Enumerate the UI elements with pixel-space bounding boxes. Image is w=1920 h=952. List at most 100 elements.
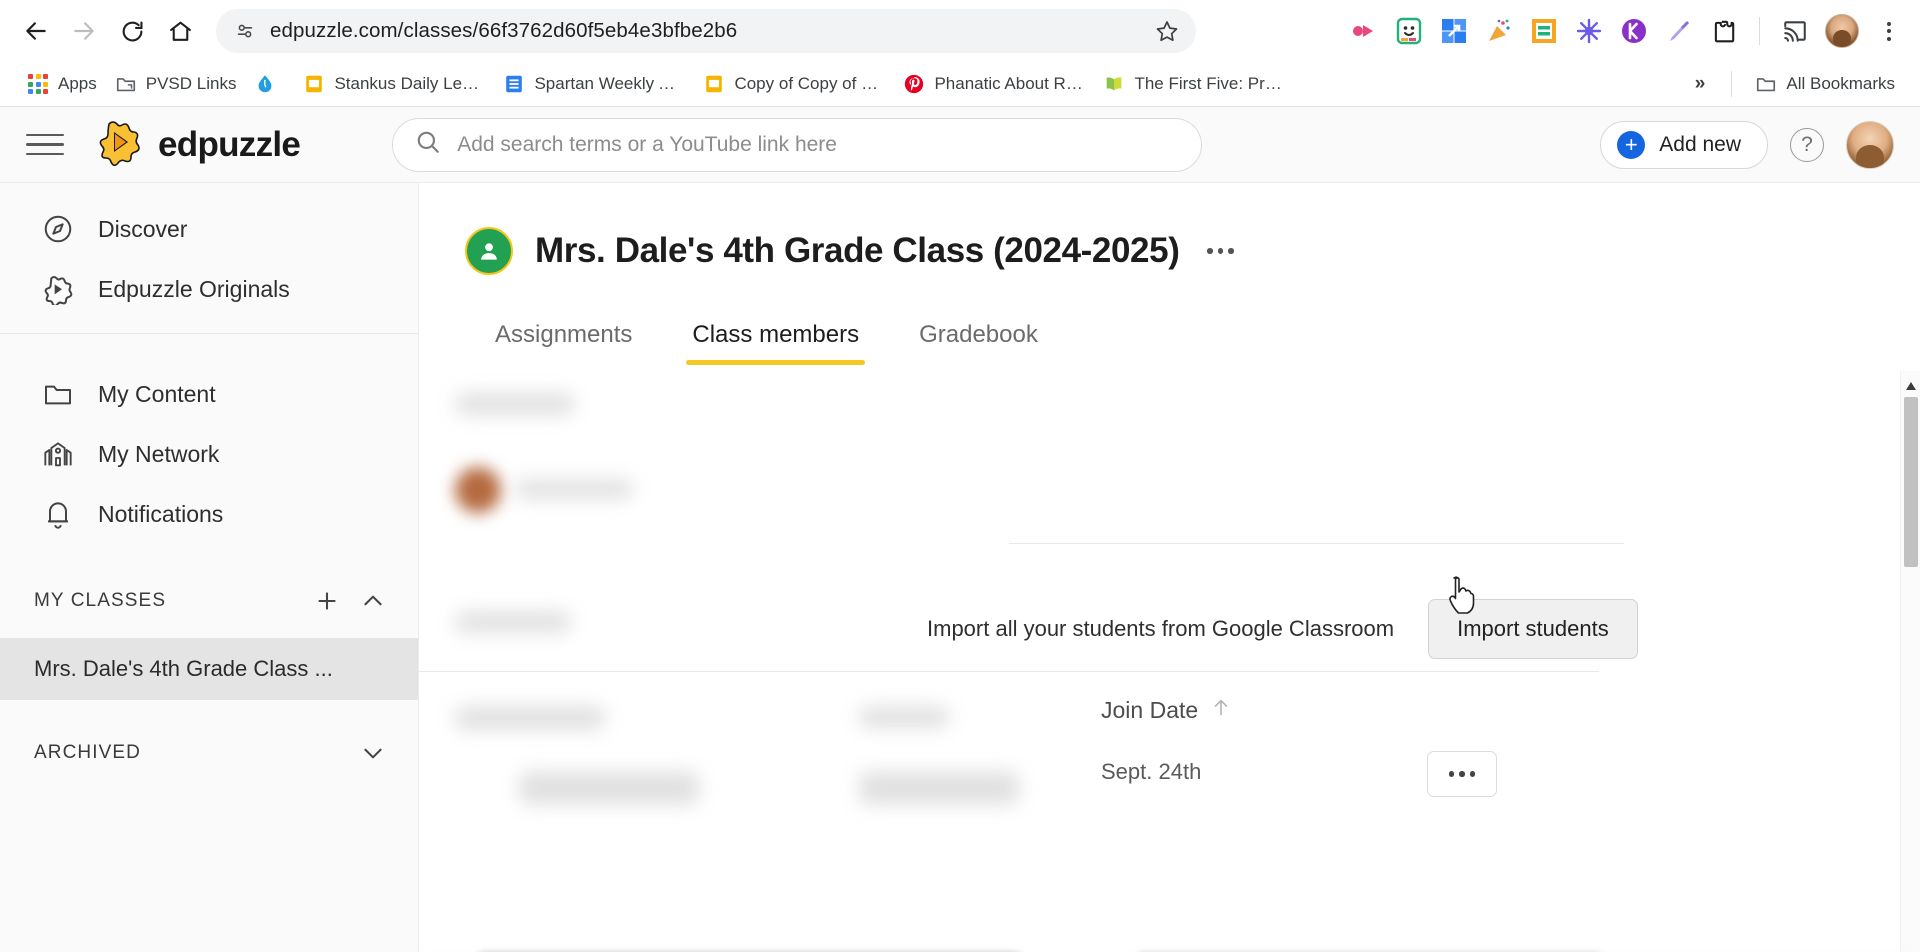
- party-popper-extension-icon[interactable]: [1484, 16, 1514, 46]
- join-date-column-header[interactable]: Join Date: [1101, 696, 1232, 724]
- class-person-icon: [465, 227, 513, 275]
- scroll-up-arrow-icon[interactable]: [1901, 377, 1920, 395]
- school-building-icon: [40, 436, 76, 472]
- class-title-row: Mrs. Dale's 4th Grade Class (2024-2025): [465, 227, 1920, 275]
- add-class-button[interactable]: [310, 584, 344, 618]
- edpuzzle-brand[interactable]: edpuzzle: [95, 116, 301, 173]
- sidebar-item-my-content[interactable]: My Content: [0, 364, 418, 424]
- sort-ascending-arrow-icon: [1210, 696, 1232, 724]
- purple-burst-extension-icon[interactable]: [1574, 16, 1604, 46]
- help-icon[interactable]: ?: [1790, 127, 1824, 162]
- sidebar-secondary-group: My Content My Network Notifications: [0, 334, 418, 558]
- archived-header[interactable]: ARCHIVED: [0, 700, 418, 790]
- blue-arrow-extension-icon[interactable]: [1439, 16, 1469, 46]
- bookmarks-overflow-button[interactable]: »: [1683, 73, 1718, 95]
- puzzle-piece-icon: [40, 271, 76, 307]
- home-button[interactable]: [158, 9, 202, 53]
- pinterest-icon: [903, 73, 925, 95]
- redacted-student-name: [455, 393, 575, 415]
- hamburger-menu-icon[interactable]: [22, 122, 68, 168]
- brand-name: edpuzzle: [158, 124, 301, 164]
- expand-archived-chevron-down-icon[interactable]: [356, 736, 390, 770]
- all-bookmarks-button[interactable]: All Bookmarks: [1746, 68, 1904, 100]
- redacted-student-name: [455, 611, 571, 633]
- kami-extension-icon[interactable]: [1619, 16, 1649, 46]
- redacted-student-value: [859, 706, 949, 728]
- tab-gradebook[interactable]: Gradebook: [889, 311, 1068, 371]
- bookmark-spartan-weekly-assignments[interactable]: Spartan Weekly Assi...: [494, 68, 694, 100]
- class-members-content: Import all your students from Google Cla…: [419, 371, 1920, 952]
- sidebar-item-discover[interactable]: Discover: [0, 199, 418, 259]
- scrollbar-thumb[interactable]: [1904, 397, 1918, 567]
- browser-toolbar: edpuzzle.com/classes/66f3762d60f5eb4e3bf…: [0, 0, 1920, 62]
- bookmark-water-drop[interactable]: [245, 68, 294, 100]
- search-input[interactable]: Add search terms or a YouTube link here: [392, 117, 1203, 172]
- smiley-card-extension-icon[interactable]: [1394, 16, 1424, 46]
- sidebar-item-edpuzzle-originals[interactable]: Edpuzzle Originals: [0, 259, 418, 319]
- browser-chrome: edpuzzle.com/classes/66f3762d60f5eb4e3bf…: [0, 0, 1920, 107]
- sidebar-item-label: Notifications: [98, 500, 224, 527]
- sidebar-item-my-network[interactable]: My Network: [0, 424, 418, 484]
- puzzle-extensions-icon[interactable]: [1709, 16, 1739, 46]
- pen-extension-icon[interactable]: [1664, 16, 1694, 46]
- folder-icon: [40, 376, 76, 412]
- bookmark-copy-of-copy-of-3r[interactable]: Copy of Copy of 3R...: [694, 68, 894, 100]
- forward-button[interactable]: [62, 9, 106, 53]
- tab-class-members[interactable]: Class members: [662, 311, 889, 371]
- reload-button[interactable]: [110, 9, 154, 53]
- star-icon[interactable]: [1152, 16, 1182, 46]
- bookmark-label: Phanatic About Rea...: [934, 74, 1086, 93]
- bookmark-pvsd-links[interactable]: PVSD Links: [106, 68, 246, 100]
- sidebar: Discover Edpuzzle Originals My Content M…: [0, 183, 419, 952]
- bookmark-stankus-daily-lesson[interactable]: Stankus Daily Lesso...: [294, 68, 494, 100]
- sidebar-item-label: My Content: [98, 380, 216, 407]
- section-divider: [419, 671, 1599, 672]
- archived-title: ARCHIVED: [34, 742, 141, 763]
- google-slides-icon: [703, 73, 725, 95]
- row-more-options-icon[interactable]: [1427, 751, 1497, 797]
- user-avatar[interactable]: [1846, 120, 1894, 169]
- cast-icon[interactable]: [1780, 16, 1810, 46]
- bookmark-the-first-five[interactable]: The First Five: Prima...: [1094, 68, 1294, 100]
- redacted-student-avatar: [455, 467, 501, 513]
- bookmark-phanatic-about-reading[interactable]: Phanatic About Rea...: [894, 68, 1094, 100]
- toolbar-divider: [1759, 17, 1760, 45]
- add-new-button[interactable]: + Add new: [1600, 120, 1768, 169]
- bookmark-label: PVSD Links: [145, 74, 237, 93]
- folder-shortcut-icon: [115, 73, 137, 95]
- bookmark-label: Copy of Copy of 3R...: [734, 74, 886, 93]
- tab-bar: Assignments Class members Gradebook: [419, 311, 1920, 371]
- class-header-area: Mrs. Dale's 4th Grade Class (2024-2025) …: [419, 183, 1920, 371]
- google-docs-icon: [503, 73, 525, 95]
- apps-grid-icon: [27, 73, 49, 95]
- redacted-student-row: [519, 771, 699, 805]
- my-classes-header: MY CLASSES: [0, 558, 418, 638]
- bookmark-label: Stankus Daily Lesso...: [334, 74, 485, 93]
- google-slides-icon: [303, 73, 325, 95]
- bookmark-label: The First Five: Prima...: [1134, 74, 1285, 93]
- sidebar-item-label: My Network: [98, 440, 220, 467]
- tab-assignments[interactable]: Assignments: [465, 311, 662, 371]
- sidebar-item-notifications[interactable]: Notifications: [0, 484, 418, 544]
- extensions-strip: [1200, 14, 1906, 48]
- edpuzzle-app: edpuzzle Add search terms or a YouTube l…: [0, 107, 1920, 952]
- bookmark-apps[interactable]: Apps: [18, 68, 106, 100]
- site-settings-icon[interactable]: [232, 18, 258, 44]
- more-options-icon[interactable]: [1201, 240, 1240, 262]
- green-list-extension-icon[interactable]: [1529, 16, 1559, 46]
- play-arrow-extension-icon[interactable]: [1349, 16, 1379, 46]
- vertical-scrollbar[interactable]: [1900, 371, 1920, 952]
- plus-icon: +: [1617, 130, 1646, 159]
- browser-profile-avatar[interactable]: [1825, 14, 1859, 48]
- all-bookmarks-label: All Bookmarks: [1786, 74, 1895, 93]
- browser-menu-icon[interactable]: [1874, 16, 1904, 46]
- sidebar-class-mrs-dales-4th-grade[interactable]: Mrs. Dale's 4th Grade Class ...: [0, 638, 418, 700]
- collapse-classes-chevron-up-icon[interactable]: [356, 584, 390, 618]
- address-bar[interactable]: edpuzzle.com/classes/66f3762d60f5eb4e3bf…: [216, 9, 1196, 53]
- back-button[interactable]: [14, 9, 58, 53]
- url-text[interactable]: edpuzzle.com/classes/66f3762d60f5eb4e3bf…: [270, 19, 1140, 43]
- import-students-button[interactable]: Import students: [1428, 599, 1638, 659]
- sidebar-item-label: Edpuzzle Originals: [98, 275, 290, 302]
- bell-icon: [40, 496, 76, 532]
- join-date-value: Sept. 24th: [1101, 759, 1202, 784]
